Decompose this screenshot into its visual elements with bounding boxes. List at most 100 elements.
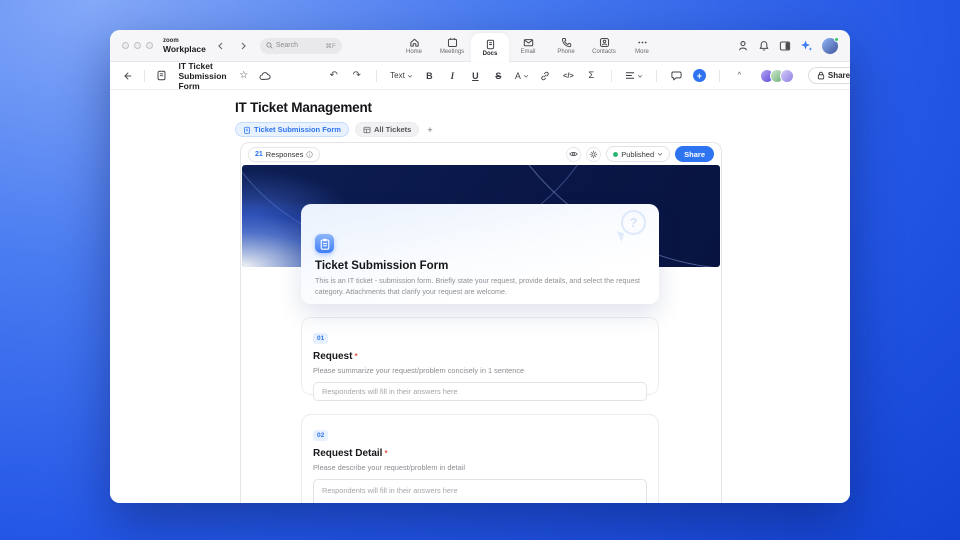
comment-icon [671,70,682,81]
text-color-dropdown[interactable]: A [515,71,529,81]
text-style-dropdown[interactable]: Text [390,71,413,80]
question-title: Request* [313,351,647,362]
close-window-icon[interactable] [122,42,129,49]
nav-tab-meetings[interactable]: Meetings [433,30,471,62]
preview-button[interactable] [566,147,581,162]
nav-forward-button[interactable] [236,39,250,53]
document-toolbar: IT Ticket Submission Form ☆ ↶ ↷ Text B I… [110,62,850,90]
divider [656,70,657,82]
strikethrough-button[interactable]: S [492,68,505,84]
nav-back-button[interactable] [214,39,228,53]
nav-tab-docs[interactable]: Docs [471,33,509,63]
question-number-badge: 02 [313,430,328,441]
collaborator-avatar[interactable] [780,69,794,83]
nav-tab-phone[interactable]: Phone [547,30,585,62]
eye-icon [569,150,578,158]
docs-icon [485,39,496,50]
divider [376,70,377,82]
minimize-window-icon[interactable] [134,42,141,49]
publish-status-dropdown[interactable]: Published [606,146,670,162]
settings-button[interactable] [586,147,601,162]
gear-icon [589,150,598,159]
nav-tab-more[interactable]: More [623,30,661,62]
bold-button[interactable]: B [423,68,436,84]
question-bubble-watermark-icon: ? [613,208,649,242]
underline-button[interactable]: U [469,68,482,84]
side-panel-icon[interactable] [779,40,791,52]
comment-button[interactable] [670,68,683,84]
tab-all-tickets[interactable]: All Tickets [355,122,419,137]
form-title: Ticket Submission Form [315,260,448,272]
doc-tabs: Ticket Submission Form All Tickets + [235,122,435,137]
window-controls[interactable] [122,42,153,49]
ai-companion-sparkle-icon[interactable] [800,39,813,52]
info-icon [306,151,313,158]
zoom-workplace-logo: zoom Workplace [163,38,206,54]
chevron-down-icon [407,73,413,79]
chevron-down-icon [657,151,663,157]
cloud-sync-icon [258,68,271,84]
collaborator-avatars [760,69,794,83]
redo-button[interactable]: ↷ [350,68,363,84]
align-left-icon [625,71,635,80]
table-icon [363,126,371,134]
titlebar: zoom Workplace Search ⌘F Home [110,30,850,62]
formula-button[interactable]: Σ [585,68,598,84]
question-card-1[interactable]: 01 Request* Please summarize your reques… [301,317,659,395]
divider [611,70,612,82]
link-button[interactable] [539,68,552,84]
formatting-tools: ↶ ↷ Text B I U S A </> Σ [327,68,746,84]
desktop-background: zoom Workplace Search ⌘F Home [0,0,960,540]
search-icon [266,42,273,49]
responses-pill[interactable]: 21 Responses [248,147,320,162]
align-dropdown[interactable] [625,71,643,80]
published-status-dot [613,152,618,157]
italic-button[interactable]: I [446,68,459,84]
chevron-left-icon [217,42,225,50]
main-nav: Home Meetings Docs Email Phone [395,30,661,62]
share-form-button[interactable]: Share [675,146,714,162]
tab-ticket-submission-form[interactable]: Ticket Submission Form [235,122,349,137]
responses-bar-right: Published Share [566,146,714,162]
responses-bar: 21 Responses Published [241,143,721,165]
nav-tab-home[interactable]: Home [395,30,433,62]
doc-toolbar-left: IT Ticket Submission Form ☆ [120,61,271,91]
online-status-dot [834,37,839,42]
back-button[interactable] [120,68,133,84]
chevron-right-icon [239,42,247,50]
collapse-toolbar-button[interactable]: ^ [733,68,746,84]
share-doc-button[interactable]: Share [808,67,850,84]
calendar-icon [447,37,458,48]
chevron-down-icon [637,73,643,79]
search-input[interactable]: Search ⌘F [260,38,342,54]
form-description: This is an IT ticket - submission form. … [315,276,649,298]
insert-plus-button[interactable]: + [693,69,706,82]
notifications-bell-icon[interactable] [758,40,770,52]
answer-textarea[interactable] [313,479,647,503]
nav-tab-contacts[interactable]: Contacts [585,30,623,62]
question-card-2[interactable]: 02 Request Detail* Please describe your … [301,414,659,503]
nav-tab-email[interactable]: Email [509,30,547,62]
contacts-icon [599,37,610,48]
responses-count: 21 [255,151,263,158]
form-clipboard-icon [315,234,334,253]
phone-icon [561,37,572,48]
question-helper-text: Please summarize your request/problem co… [313,366,647,375]
favorite-star-button[interactable]: ☆ [237,68,250,84]
add-tab-button[interactable]: + [425,125,434,135]
publish-status-label: Published [621,150,654,159]
undo-button[interactable]: ↶ [327,68,340,84]
search-shortcut: ⌘F [325,42,335,50]
doc-toolbar-right: Share [746,67,850,84]
more-icon [637,37,648,48]
maximize-window-icon[interactable] [146,42,153,49]
home-icon [409,37,420,48]
form-header-card: ? Ticket Submission Form This is an IT t… [301,204,659,304]
document-title: IT Ticket Submission Form [178,61,227,91]
link-icon [540,71,550,81]
user-avatar[interactable] [822,38,838,54]
answer-input[interactable] [313,382,647,401]
required-asterisk: * [384,449,387,458]
code-block-button[interactable]: </> [562,68,575,84]
profile-icon[interactable] [737,40,749,52]
